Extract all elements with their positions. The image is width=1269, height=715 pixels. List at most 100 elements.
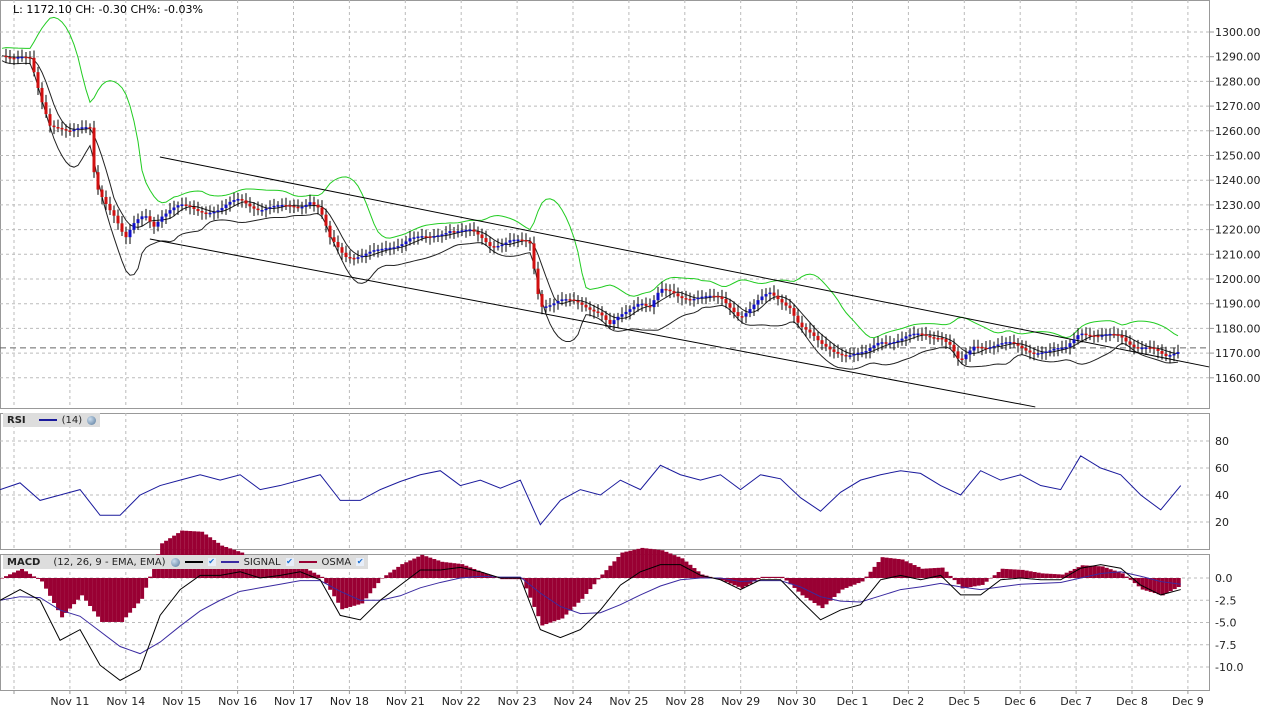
candle-body bbox=[680, 296, 684, 299]
osma-bar bbox=[560, 578, 565, 619]
osma-bar bbox=[836, 578, 841, 594]
candle-body bbox=[1088, 334, 1092, 337]
candle-body bbox=[212, 211, 216, 214]
osma-bar bbox=[644, 548, 649, 578]
candle-body bbox=[76, 128, 80, 130]
candle-body bbox=[404, 241, 408, 245]
price-tick-label: 1160.00 bbox=[1215, 372, 1261, 385]
osma-bar bbox=[808, 578, 813, 601]
candle-body bbox=[1016, 343, 1020, 346]
candle-body bbox=[576, 300, 580, 303]
candle-body bbox=[460, 230, 464, 232]
osma-bar bbox=[880, 557, 885, 578]
candle-body bbox=[324, 214, 328, 226]
settings-globe-icon[interactable] bbox=[170, 557, 180, 567]
candle-body bbox=[992, 346, 996, 348]
candle-body bbox=[928, 335, 932, 338]
osma-bar bbox=[368, 578, 373, 594]
candle-body bbox=[552, 303, 556, 306]
candle-body bbox=[408, 238, 412, 242]
candle-body bbox=[692, 298, 696, 301]
price-tick-label: 1230.00 bbox=[1215, 199, 1261, 212]
candle-body bbox=[1108, 333, 1112, 336]
osma-bar bbox=[1108, 569, 1113, 578]
osma-bar bbox=[1140, 578, 1145, 590]
candle-body bbox=[1024, 348, 1028, 351]
candle-body bbox=[480, 234, 484, 239]
osma-bar bbox=[964, 578, 969, 588]
osma-bar bbox=[1032, 571, 1037, 578]
osma-bar bbox=[860, 578, 865, 582]
signal-check-icon[interactable]: ✔ bbox=[285, 558, 294, 566]
osma-swatch bbox=[298, 561, 317, 563]
candle-body bbox=[840, 353, 844, 356]
candle-body bbox=[888, 342, 892, 345]
osma-bar bbox=[140, 578, 145, 599]
x-tick-label: Dec 5 bbox=[948, 695, 980, 708]
macd-check-icon[interactable]: ✔ bbox=[207, 558, 216, 566]
candle-body bbox=[64, 129, 68, 131]
candle-body bbox=[112, 210, 116, 216]
osma-bar bbox=[12, 572, 17, 578]
candle-body bbox=[788, 305, 792, 309]
candle-body bbox=[656, 292, 660, 301]
candle-body bbox=[800, 322, 804, 328]
candle-body bbox=[776, 295, 780, 300]
candle-body bbox=[272, 205, 276, 208]
osma-bar bbox=[772, 576, 777, 578]
candle-body bbox=[492, 246, 496, 248]
x-tick-label: Nov 11 bbox=[50, 695, 89, 708]
osma-bar bbox=[980, 578, 985, 585]
osma-bar bbox=[780, 576, 785, 578]
rsi-tick-label: 20 bbox=[1215, 516, 1229, 529]
candle-body bbox=[280, 204, 284, 207]
osma-bar bbox=[400, 564, 405, 578]
candle-body bbox=[384, 248, 388, 250]
candle-body bbox=[316, 204, 320, 208]
osma-bar bbox=[72, 578, 77, 605]
candle-body bbox=[1076, 335, 1080, 340]
osma-bar bbox=[320, 576, 325, 578]
candle-body bbox=[648, 305, 652, 308]
osma-bar bbox=[948, 575, 953, 578]
change-pct: CH%: -0.03% bbox=[130, 3, 203, 16]
candle-body bbox=[792, 308, 796, 316]
candle-body bbox=[1036, 353, 1040, 355]
candle-body bbox=[124, 231, 128, 238]
chart-canvas[interactable]: Nov 11 Nov 14 Nov 15 Nov 16 Nov 17 Nov 18 Nov … bbox=[0, 0, 1269, 715]
candle-body bbox=[628, 309, 632, 312]
candle-body bbox=[948, 341, 952, 345]
candle-body bbox=[132, 223, 136, 230]
osma-bar bbox=[44, 578, 49, 589]
osma-bar bbox=[40, 578, 45, 582]
candle-body bbox=[876, 342, 880, 346]
candle-body bbox=[920, 333, 924, 336]
candle-body bbox=[664, 288, 668, 291]
candle-body bbox=[820, 340, 824, 344]
candle-body bbox=[588, 307, 592, 310]
candle-body bbox=[120, 223, 124, 232]
candle-body bbox=[144, 216, 148, 218]
candle-body bbox=[196, 208, 200, 212]
candle-body bbox=[1176, 352, 1180, 354]
candle-body bbox=[596, 311, 600, 313]
settings-globe-icon[interactable] bbox=[87, 415, 97, 425]
osma-bar bbox=[868, 571, 873, 578]
candle-body bbox=[880, 342, 884, 344]
osma-bar bbox=[888, 558, 893, 578]
rsi-tick-label: 80 bbox=[1215, 435, 1229, 448]
candle-body bbox=[260, 210, 264, 212]
osma-bar bbox=[132, 578, 137, 609]
osma-check-icon[interactable]: ✔ bbox=[356, 558, 365, 566]
osma-bar bbox=[32, 576, 37, 578]
osma-bar bbox=[108, 578, 113, 622]
osma-bar bbox=[572, 578, 577, 607]
candle-body bbox=[376, 249, 380, 251]
candle-body bbox=[508, 240, 512, 243]
osma-bar bbox=[740, 578, 745, 589]
candle-body bbox=[636, 304, 640, 307]
candle-body bbox=[896, 340, 900, 343]
osma-bar bbox=[100, 578, 105, 622]
candle-body bbox=[216, 210, 220, 212]
osma-bar bbox=[360, 578, 365, 604]
